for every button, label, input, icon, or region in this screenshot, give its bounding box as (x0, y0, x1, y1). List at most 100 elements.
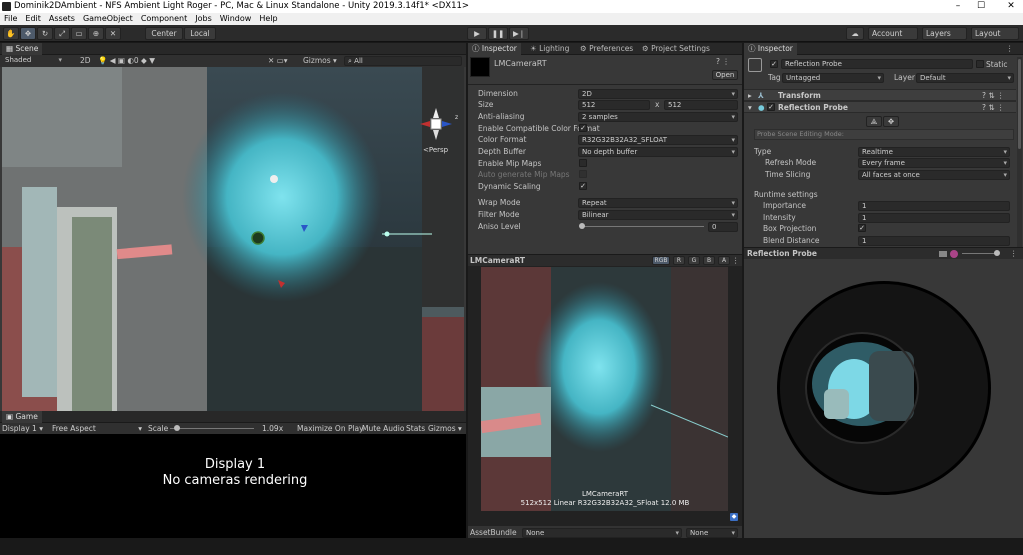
tag-dropdown[interactable]: Untagged (782, 73, 884, 83)
label-icon[interactable]: ◆ (730, 513, 738, 521)
close-button[interactable]: ✕ (999, 0, 1023, 13)
preview-exposure-handle[interactable] (994, 250, 1000, 256)
wrap-mode-dropdown[interactable]: Repeat (578, 198, 738, 208)
color-format-dropdown[interactable]: R32G32B32A32_SFLOAT (578, 135, 738, 145)
rotate-tool-icon[interactable]: ↻ (37, 27, 53, 40)
foldout-arrow-icon[interactable]: ▸ (748, 90, 752, 101)
tab-lighting[interactable]: ☀ Lighting (526, 43, 573, 55)
scale-slider-handle[interactable] (174, 425, 180, 431)
intensity-input[interactable]: 1 (858, 213, 1010, 223)
shading-mode-dropdown[interactable]: Shaded (2, 56, 64, 66)
anti-aliasing-dropdown[interactable]: 2 samples (578, 112, 738, 122)
cloud-icon[interactable]: ☁ (846, 27, 864, 40)
refresh-mode-dropdown[interactable]: Every frame (858, 158, 1010, 168)
tab-inspector-right[interactable]: ⓘ Inspector (744, 43, 797, 55)
dynamic-scaling-checkbox[interactable]: ✓ (579, 182, 587, 190)
filter-mode-dropdown[interactable]: Bilinear (578, 210, 738, 220)
menu-edit[interactable]: Edit (21, 13, 45, 25)
menu-window[interactable]: Window (216, 13, 256, 25)
channel-b-button[interactable]: B (703, 256, 715, 265)
scrollbar-thumb[interactable] (1018, 59, 1021, 149)
maximize-button[interactable]: ☐ (972, 0, 990, 13)
inspector-scrollbar[interactable] (1017, 57, 1022, 247)
rect-tool-icon[interactable]: ▭ (71, 27, 87, 40)
scale-slider[interactable] (170, 428, 254, 429)
tab-game[interactable]: ▣ Game (2, 411, 42, 423)
channel-a-button[interactable]: A (718, 256, 730, 265)
minimize-button[interactable]: – (949, 0, 967, 13)
lighting-toggle-icon[interactable]: 💡 ◀ ▣ ◐0 ◆ ▼ (98, 55, 155, 66)
probe-preview-menu-icon[interactable]: ⋮ (1010, 248, 1018, 259)
pivot-center-toggle[interactable]: Center (145, 27, 183, 40)
size-width-input[interactable]: 512 (578, 100, 650, 110)
2d-toggle[interactable]: 2D (80, 55, 91, 66)
menu-jobs[interactable]: Jobs (191, 13, 216, 25)
static-checkbox[interactable] (976, 60, 984, 68)
persp-label[interactable]: <Persp (423, 146, 449, 154)
scene-viewport[interactable]: z <Persp (2, 67, 464, 411)
compatible-format-checkbox[interactable]: ✓ (579, 124, 587, 132)
aniso-level-input[interactable]: 0 (708, 222, 738, 232)
edit-bounds-icon[interactable]: ⟁ (866, 116, 882, 127)
tab-project-settings[interactable]: ⚙ Project Settings (638, 43, 714, 55)
channel-rgb-button[interactable]: RGB (652, 256, 670, 265)
gameobject-name-input[interactable]: Reflection Probe (781, 59, 973, 69)
blend-distance-input[interactable]: 1 (858, 236, 1010, 246)
tab-inspector[interactable]: ⓘ Inspector (468, 43, 521, 55)
play-button[interactable]: ▶ (467, 27, 487, 40)
menu-gameobject[interactable]: GameObject (79, 13, 137, 25)
pivot-local-toggle[interactable]: Local (184, 27, 216, 40)
game-gizmos-dropdown[interactable]: Gizmos ▾ (428, 424, 462, 434)
layer-dropdown[interactable]: Default (916, 73, 1014, 83)
tab-menu-icon[interactable]: ⋮ (1006, 43, 1014, 54)
move-tool-icon[interactable]: ✥ (20, 27, 36, 40)
menu-file[interactable]: File (0, 13, 21, 25)
custom-tool-icon[interactable]: ✕ (105, 27, 121, 40)
asset-help-icons[interactable]: ? ⋮ (716, 56, 730, 67)
menu-component[interactable]: Component (137, 13, 191, 25)
transform-menu-icons[interactable]: ? ⇅ ⋮ (982, 90, 1005, 101)
size-height-input[interactable]: 512 (664, 100, 738, 110)
channel-r-button[interactable]: R (673, 256, 685, 265)
channel-g-button[interactable]: G (688, 256, 700, 265)
step-button[interactable]: ▶❘ (509, 27, 529, 40)
foldout-open-icon[interactable]: ▾ (748, 102, 752, 113)
layers-dropdown[interactable]: Layers (922, 27, 967, 40)
assetbundle-name-dropdown[interactable]: None (522, 528, 682, 538)
mip-maps-checkbox[interactable] (579, 159, 587, 167)
preview-color-icon[interactable] (939, 251, 947, 257)
tab-scene[interactable]: ▦ Scene (2, 43, 43, 55)
reflection-probe-enabled-checkbox[interactable]: ✓ (767, 103, 775, 111)
gameobject-active-checkbox[interactable]: ✓ (770, 60, 778, 68)
aniso-slider-handle[interactable] (579, 223, 585, 229)
preview-mip-icon[interactable] (950, 250, 958, 258)
type-dropdown[interactable]: Realtime (858, 147, 1010, 157)
account-dropdown[interactable]: Account (868, 27, 918, 40)
maximize-on-play-toggle[interactable]: Maximize On Play (297, 424, 364, 434)
aniso-slider[interactable] (582, 226, 704, 227)
preview-menu-icon[interactable]: ⋮ (732, 255, 740, 266)
pause-button[interactable]: ❚❚ (488, 27, 508, 40)
transform-tool-icon[interactable]: ⊕ (88, 27, 104, 40)
menu-help[interactable]: Help (255, 13, 281, 25)
preview-exposure-slider[interactable] (962, 253, 998, 254)
reflection-probe-component-header[interactable]: ▾ ● ✓ Reflection Probe ? ⇅ ⋮ (744, 101, 1016, 113)
time-slicing-dropdown[interactable]: All faces at once (858, 170, 1010, 180)
box-projection-checkbox[interactable]: ✓ (858, 224, 866, 232)
scale-tool-icon[interactable]: ⤢ (54, 27, 70, 40)
importance-input[interactable]: 1 (858, 201, 1010, 211)
open-button[interactable]: Open (712, 70, 738, 80)
dimension-dropdown[interactable]: 2D (578, 89, 738, 99)
mute-audio-toggle[interactable]: Mute Audio (362, 424, 404, 434)
scene-tools-icon[interactable]: ✕ ▭▾ (268, 55, 288, 66)
assetbundle-variant-dropdown[interactable]: None (686, 528, 738, 538)
aspect-dropdown[interactable]: Free Aspect ▾ (52, 424, 144, 434)
menu-assets[interactable]: Assets (45, 13, 79, 25)
display-dropdown[interactable]: Display 1 ▾ (2, 424, 43, 434)
tab-preferences[interactable]: ⚙ Preferences (576, 43, 637, 55)
layout-dropdown[interactable]: Layout (971, 27, 1019, 40)
hand-tool-icon[interactable]: ✋ (3, 27, 19, 40)
depth-buffer-dropdown[interactable]: No depth buffer (578, 147, 738, 157)
stats-toggle[interactable]: Stats (406, 424, 425, 434)
edit-origin-icon[interactable]: ✥ (883, 116, 899, 127)
